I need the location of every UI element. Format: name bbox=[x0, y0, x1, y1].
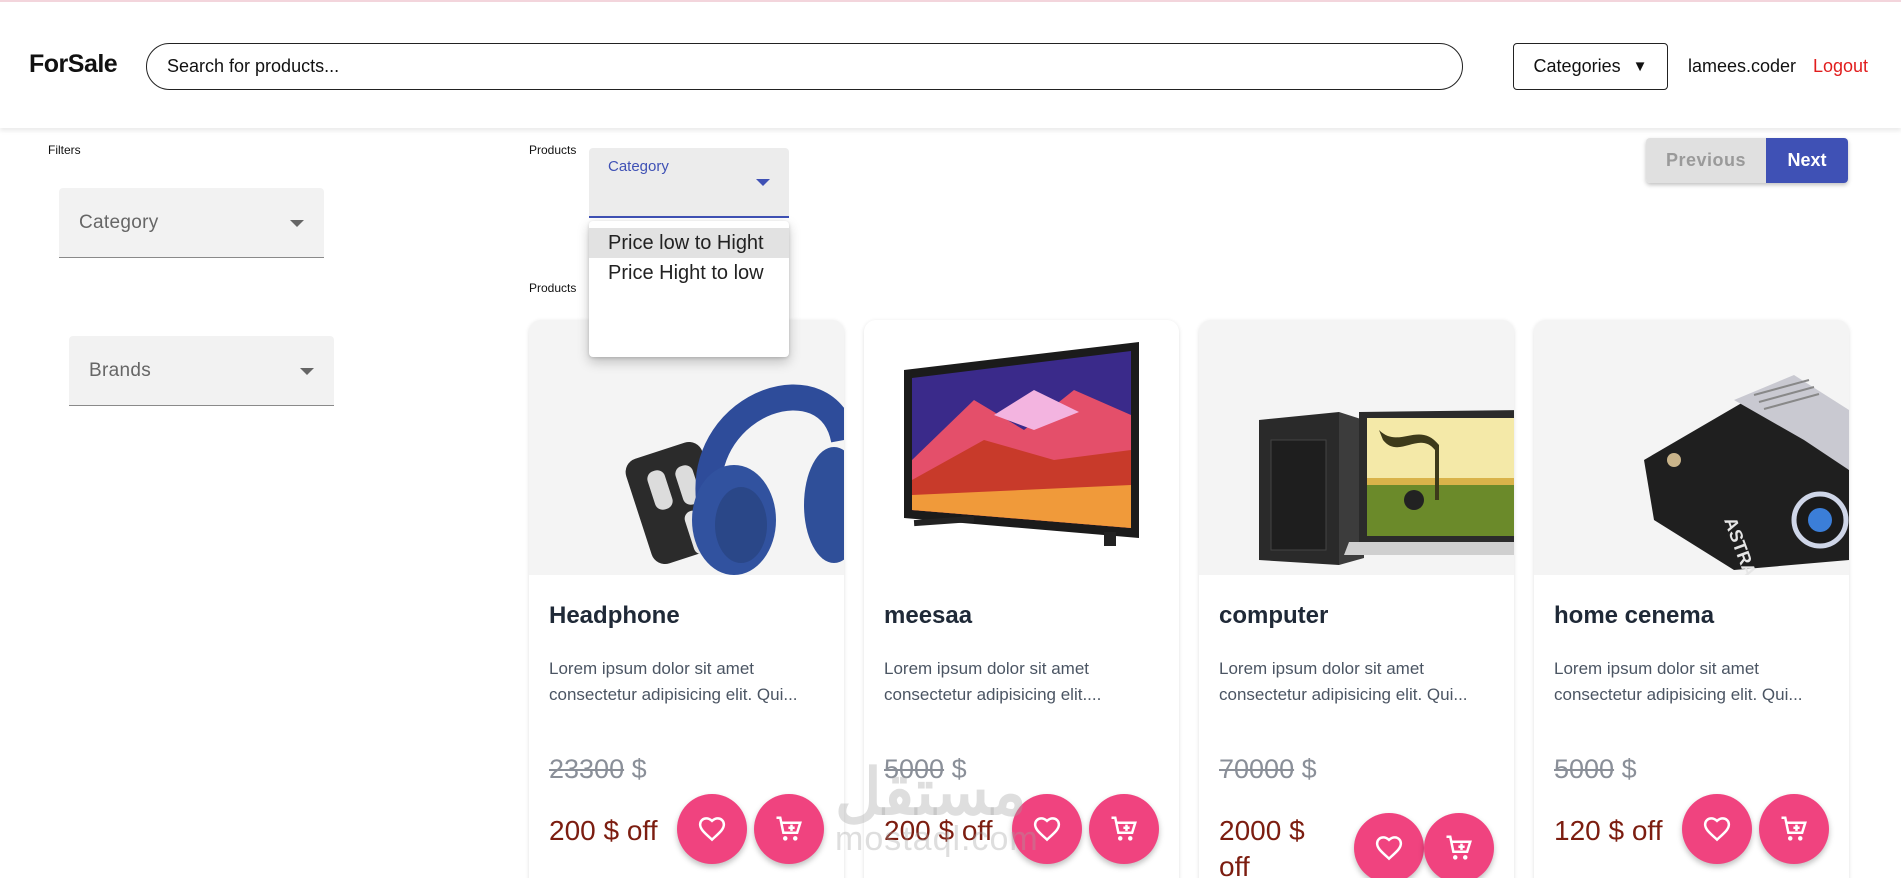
pagination: Previous Next bbox=[1646, 138, 1848, 183]
original-price-value: 5000 bbox=[1554, 754, 1615, 784]
headphones-image bbox=[529, 320, 844, 575]
watermark-text: mostaql.com bbox=[835, 820, 1039, 858]
heart-icon bbox=[1375, 836, 1403, 861]
original-price-value: 23300 bbox=[549, 754, 625, 784]
product-title[interactable]: home cenema bbox=[1554, 602, 1714, 630]
original-price: 5000 $ bbox=[1554, 754, 1637, 785]
previous-button[interactable]: Previous bbox=[1646, 138, 1766, 183]
product-card[interactable]: computer Lorem ipsum dolor sit amet cons… bbox=[1199, 320, 1514, 878]
currency: $ bbox=[631, 754, 647, 784]
brands-filter-select[interactable]: Brands bbox=[69, 336, 334, 406]
add-cart-icon bbox=[1111, 816, 1137, 841]
currency: $ bbox=[1301, 754, 1317, 784]
categories-label: Categories bbox=[1533, 56, 1621, 76]
currency: $ bbox=[1621, 754, 1637, 784]
product-title[interactable]: computer bbox=[1219, 602, 1328, 630]
logout-link[interactable]: Logout bbox=[1813, 56, 1868, 77]
add-cart-icon bbox=[776, 816, 802, 841]
projector-image: ASTRA bbox=[1534, 320, 1849, 575]
sort-option-low-to-high[interactable]: Price low to Hight bbox=[589, 228, 789, 258]
description-line: consectetur adipisicing elit. Qui... bbox=[1219, 685, 1468, 704]
username-link[interactable]: lamees.coder bbox=[1688, 56, 1796, 77]
description-line: Lorem ipsum dolor sit amet bbox=[549, 659, 755, 678]
watermark-logo: مستقل bbox=[835, 756, 1027, 828]
search-input[interactable] bbox=[146, 43, 1463, 90]
brands-filter-label: Brands bbox=[89, 360, 152, 381]
product-title[interactable]: Headphone bbox=[549, 602, 680, 630]
product-description: Lorem ipsum dolor sit amet consectetur a… bbox=[1219, 656, 1499, 708]
description-line: consectetur adipisicing elit. Qui... bbox=[1554, 685, 1803, 704]
category-filter-label: Category bbox=[79, 212, 159, 233]
original-price-value: 70000 bbox=[1219, 754, 1295, 784]
categories-dropdown-button[interactable]: Categories ▼ bbox=[1513, 43, 1668, 90]
computer-image bbox=[1199, 320, 1514, 575]
favorite-button[interactable] bbox=[1682, 794, 1752, 864]
product-title[interactable]: meesaa bbox=[884, 602, 972, 630]
products-label: Products bbox=[529, 143, 577, 157]
dropdown-arrow-icon bbox=[290, 220, 304, 227]
description-line: Lorem ipsum dolor sit amet bbox=[1219, 659, 1425, 678]
discount-text: 120 $ off bbox=[1554, 815, 1663, 846]
original-price: 23300 $ bbox=[549, 754, 647, 785]
brand-logo[interactable]: ForSale bbox=[29, 50, 118, 79]
sort-options-menu: Price low to Hight Price Hight to low bbox=[589, 221, 789, 357]
products-label: Products bbox=[529, 281, 577, 295]
category-filter-select[interactable]: Category bbox=[59, 188, 324, 258]
add-cart-icon bbox=[1781, 816, 1807, 841]
add-to-cart-button[interactable] bbox=[1089, 794, 1159, 864]
caret-down-icon: ▼ bbox=[1632, 58, 1648, 75]
favorite-button[interactable] bbox=[677, 794, 747, 864]
heart-icon bbox=[698, 817, 726, 842]
description-line: Lorem ipsum dolor sit amet bbox=[1554, 659, 1760, 678]
add-to-cart-button[interactable] bbox=[1759, 794, 1829, 864]
product-description: Lorem ipsum dolor sit amet consectetur a… bbox=[549, 656, 829, 708]
add-to-cart-button[interactable] bbox=[1424, 813, 1494, 878]
filters-heading: Filters bbox=[48, 143, 81, 157]
heart-icon bbox=[1703, 817, 1731, 842]
tv-image bbox=[864, 320, 1179, 575]
sort-select-label: Category bbox=[608, 158, 669, 175]
description-line: consectetur adipisicing elit.... bbox=[884, 685, 1102, 704]
dropdown-arrow-icon bbox=[756, 179, 770, 186]
sort-select[interactable]: Category bbox=[589, 148, 789, 218]
dropdown-arrow-icon bbox=[300, 368, 314, 375]
product-description: Lorem ipsum dolor sit amet consectetur a… bbox=[1554, 656, 1834, 708]
sort-option-high-to-low[interactable]: Price Hight to low bbox=[589, 258, 789, 288]
add-cart-icon bbox=[1446, 835, 1472, 860]
description-line: Lorem ipsum dolor sit amet bbox=[884, 659, 1090, 678]
favorite-button[interactable] bbox=[1354, 813, 1424, 878]
top-navbar: ForSale Categories ▼ lamees.coder Logout bbox=[0, 0, 1901, 128]
description-line: consectetur adipisicing elit. Qui... bbox=[549, 685, 798, 704]
discount-text: 2000 $ off bbox=[1219, 815, 1305, 878]
product-description: Lorem ipsum dolor sit amet consectetur a… bbox=[884, 656, 1164, 708]
next-button[interactable]: Next bbox=[1766, 138, 1848, 183]
add-to-cart-button[interactable] bbox=[754, 794, 824, 864]
discount-text: 200 $ off bbox=[549, 815, 658, 846]
original-price: 70000 $ bbox=[1219, 754, 1317, 785]
